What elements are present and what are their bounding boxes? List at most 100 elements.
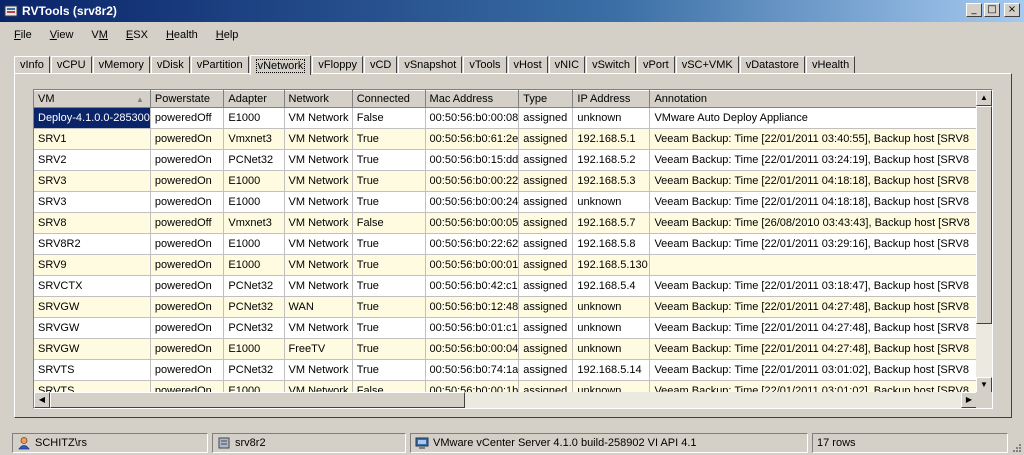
cell-network[interactable]: VM Network (284, 170, 353, 192)
cell-type[interactable]: assigned (518, 338, 574, 360)
cell-type[interactable]: assigned (518, 128, 574, 150)
cell-adapter[interactable]: E1000 (223, 338, 285, 360)
tab-vdisk[interactable]: vDisk (150, 56, 190, 74)
column-header-connected[interactable]: Connected (352, 90, 426, 108)
cell-network[interactable]: VM Network (284, 254, 353, 276)
cell-annotation[interactable]: Veeam Backup: Time [22/01/2011 04:27:48]… (649, 296, 977, 318)
cell-adapter[interactable]: E1000 (223, 107, 285, 129)
cell-mac-address[interactable]: 00:50:56:b0:12:48 (425, 296, 520, 318)
cell-vm[interactable]: SRV8R2 (34, 233, 151, 255)
cell-type[interactable]: assigned (518, 233, 574, 255)
cell-mac-address[interactable]: 00:50:56:b0:00:05 (425, 212, 520, 234)
tab-vdatastore[interactable]: vDatastore (739, 56, 805, 74)
cell-type[interactable]: assigned (518, 149, 574, 171)
cell-mac-address[interactable]: 00:50:56:b0:15:dd (425, 149, 520, 171)
table-row[interactable]: SRV2 poweredOn PCNet32 VM Network True 00:50:… (34, 149, 977, 171)
cell-connected[interactable]: True (352, 359, 426, 381)
cell-vm[interactable]: SRV9 (34, 254, 151, 276)
column-header-adapter[interactable]: Adapter (223, 90, 285, 108)
cell-vm[interactable]: SRVGW (34, 338, 151, 360)
cell-annotation[interactable]: Veeam Backup: Time [22/01/2011 03:24:19]… (649, 149, 977, 171)
tab-vpartition[interactable]: vPartition (190, 56, 249, 74)
cell-annotation[interactable]: Veeam Backup: Time [22/01/2011 03:40:55]… (649, 128, 977, 150)
column-header-vm[interactable]: VM ▲ (34, 90, 151, 108)
cell-powerstate[interactable]: poweredOn (150, 359, 225, 381)
cell-ip-address[interactable]: 192.168.5.14 (572, 359, 651, 381)
resize-grip-icon[interactable] (1010, 441, 1022, 453)
cell-powerstate[interactable]: poweredOn (150, 254, 225, 276)
tab-vmemory[interactable]: vMemory (92, 56, 150, 74)
cell-adapter[interactable]: E1000 (223, 254, 285, 276)
cell-connected[interactable]: True (352, 191, 426, 213)
cell-powerstate[interactable]: poweredOn (150, 338, 225, 360)
cell-adapter[interactable]: E1000 (223, 170, 285, 192)
tab-vinfo[interactable]: vInfo (14, 56, 50, 74)
table-row[interactable]: SRVGW poweredOn PCNet32 WAN True 00:50:56:b0:… (34, 296, 977, 318)
cell-ip-address[interactable]: unknown (572, 317, 651, 339)
cell-annotation[interactable]: Veeam Backup: Time [22/01/2011 03:29:16]… (649, 233, 977, 255)
cell-mac-address[interactable]: 00:50:56:b0:00:04 (425, 338, 520, 360)
table-row[interactable]: SRV1 poweredOn Vmxnet3 VM Network True 00:50:… (34, 128, 977, 150)
column-header-annotation[interactable]: Annotation (649, 90, 977, 108)
menu-item-vm[interactable]: VM (91, 29, 108, 41)
cell-powerstate[interactable]: poweredOn (150, 233, 225, 255)
tab-vtools[interactable]: vTools (463, 56, 507, 74)
cell-vm[interactable]: SRV2 (34, 149, 151, 171)
table-row[interactable]: SRVTS poweredOn PCNet32 VM Network True 00:50… (34, 359, 977, 381)
network-grid[interactable]: VM ▲ Powerstate Adapter Network Connected Mac … (33, 89, 993, 409)
cell-vm[interactable]: Deploy-4.1.0.0-285300 (34, 107, 151, 129)
cell-powerstate[interactable]: poweredOn (150, 275, 225, 297)
cell-vm[interactable]: SRV3 (34, 170, 151, 192)
cell-type[interactable]: assigned (518, 212, 574, 234)
cell-adapter[interactable]: PCNet32 (223, 149, 285, 171)
tab-vnetwork[interactable]: vNetwork (249, 55, 312, 75)
cell-connected[interactable]: True (352, 254, 426, 276)
cell-vm[interactable]: SRV8 (34, 212, 151, 234)
tab-vsc-vmk[interactable]: vSC+VMK (675, 56, 739, 74)
cell-annotation[interactable]: Veeam Backup: Time [26/08/2010 03:43:43]… (649, 212, 977, 234)
table-row[interactable]: SRVGW poweredOn E1000 FreeTV True 00:50:56:b0… (34, 338, 977, 360)
cell-network[interactable]: FreeTV (284, 338, 353, 360)
cell-adapter[interactable]: Vmxnet3 (223, 128, 285, 150)
tab-vhost[interactable]: vHost (507, 56, 548, 74)
menu-item-health[interactable]: Health (166, 29, 198, 41)
cell-connected[interactable]: True (352, 233, 426, 255)
cell-annotation[interactable]: Veeam Backup: Time [22/01/2011 03:01:02]… (649, 359, 977, 381)
cell-type[interactable]: assigned (518, 275, 574, 297)
vertical-scroll-thumb[interactable] (976, 106, 992, 324)
scroll-right-button[interactable]: ▶ (961, 392, 977, 408)
table-row[interactable]: SRV3 poweredOn E1000 VM Network True 00:50:56… (34, 191, 977, 213)
column-header-type[interactable]: Type (518, 90, 574, 108)
cell-adapter[interactable]: PCNet32 (223, 359, 285, 381)
cell-network[interactable]: VM Network (284, 107, 353, 129)
cell-ip-address[interactable]: unknown (572, 338, 651, 360)
menu-item-help[interactable]: Help (216, 29, 239, 41)
cell-connected[interactable]: True (352, 317, 426, 339)
cell-connected[interactable]: True (352, 170, 426, 192)
cell-powerstate[interactable]: poweredOn (150, 170, 225, 192)
cell-adapter[interactable]: PCNet32 (223, 275, 285, 297)
cell-vm[interactable]: SRVGW (34, 296, 151, 318)
cell-ip-address[interactable]: unknown (572, 296, 651, 318)
cell-network[interactable]: VM Network (284, 275, 353, 297)
close-button[interactable]: × (1004, 3, 1020, 17)
cell-type[interactable]: assigned (518, 191, 574, 213)
cell-vm[interactable]: SRVGW (34, 317, 151, 339)
table-row[interactable]: SRV9 poweredOn E1000 VM Network True 00:50:56… (34, 254, 977, 276)
cell-annotation[interactable]: Veeam Backup: Time [22/01/2011 03:18:47]… (649, 275, 977, 297)
cell-type[interactable]: assigned (518, 254, 574, 276)
cell-type[interactable]: assigned (518, 170, 574, 192)
cell-ip-address[interactable]: unknown (572, 107, 651, 129)
scroll-left-button[interactable]: ◀ (34, 392, 50, 408)
cell-powerstate[interactable]: poweredOff (150, 212, 225, 234)
cell-connected[interactable]: True (352, 296, 426, 318)
cell-ip-address[interactable]: 192.168.5.1 (572, 128, 651, 150)
cell-network[interactable]: VM Network (284, 191, 353, 213)
cell-network[interactable]: VM Network (284, 212, 353, 234)
tab-vsnapshot[interactable]: vSnapshot (398, 56, 463, 74)
cell-powerstate[interactable]: poweredOn (150, 191, 225, 213)
table-row[interactable]: SRVCTX poweredOn PCNet32 VM Network True 00:5… (34, 275, 977, 297)
scroll-up-button[interactable]: ▲ (976, 90, 992, 106)
menu-item-esx[interactable]: ESX (126, 29, 148, 41)
tab-vswitch[interactable]: vSwitch (586, 56, 636, 74)
